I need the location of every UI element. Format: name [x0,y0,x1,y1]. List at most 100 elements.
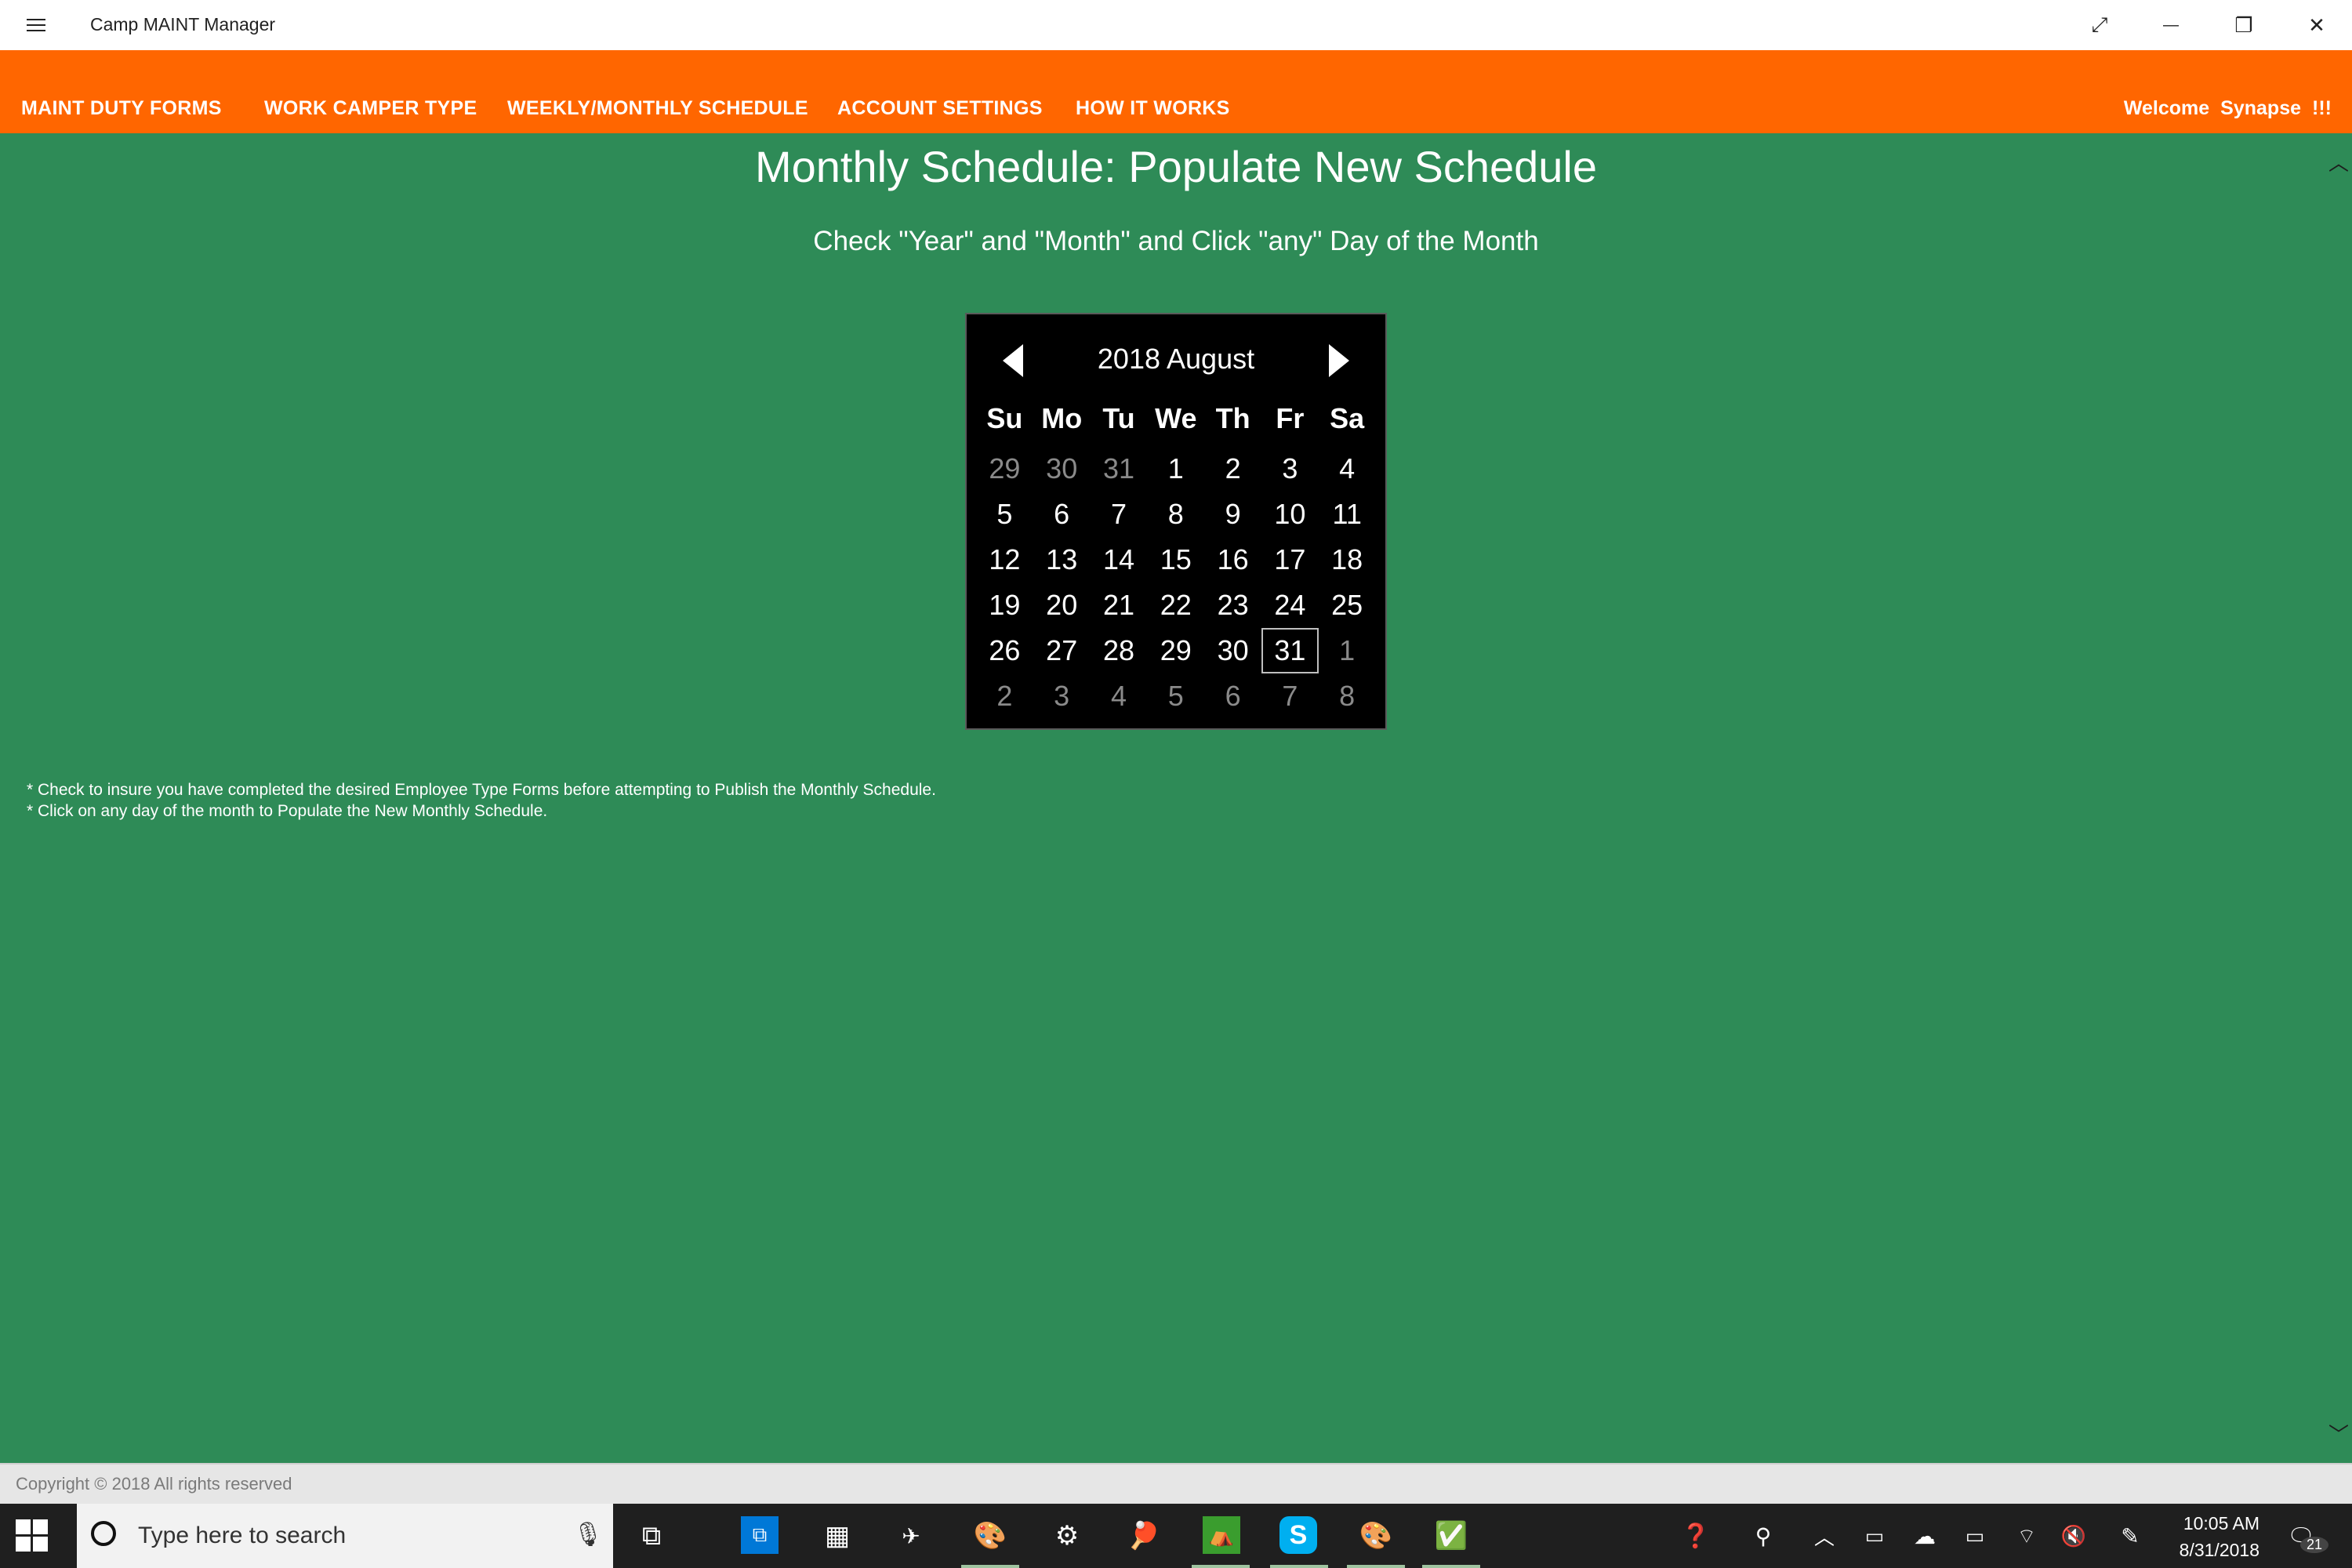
hamburger-menu-icon[interactable] [24,13,49,38]
fullscreen-button[interactable]: ⤢ [2064,0,2135,50]
calendar-day[interactable]: 21 [1091,583,1148,628]
calendar-week-row: 29 30 31 1 2 3 4 [976,446,1376,492]
calendar-week-row: 26 27 28 29 30 31 1 [976,628,1376,673]
calendar-day[interactable]: 4 [1091,673,1148,719]
calendar-day[interactable]: 24 [1261,583,1319,628]
calendar-day[interactable]: 25 [1319,583,1376,628]
calendar-day[interactable]: 14 [1091,537,1148,583]
app-title: Camp MAINT Manager [90,14,276,34]
nav-account-settings[interactable]: ACCOUNT SETTINGS [837,97,1043,120]
arrow-right-icon [1329,344,1349,377]
calendar-day[interactable]: 12 [976,537,1033,583]
onedrive-icon[interactable]: ☁ [1905,1516,1944,1555]
app-icon[interactable]: ✈ [891,1516,931,1555]
calendar-day[interactable]: 6 [1204,673,1261,719]
calendar-day[interactable]: 27 [1033,628,1091,673]
instruction-note: * Click on any day of the month to Popul… [27,802,548,820]
scroll-up-icon[interactable]: ︿ [2325,147,2352,175]
chevron-up-icon[interactable]: ︿ [1805,1516,1844,1555]
calendar-day[interactable]: 2 [976,673,1033,719]
scroll-down-icon[interactable]: ﹀ [2325,1419,2352,1446]
calendar-day[interactable]: 31 [1261,628,1319,673]
calendar-day[interactable]: 30 [1204,628,1261,673]
calendar-day[interactable]: 2 [1204,446,1261,492]
weekday-label: Mo [1041,402,1083,434]
title-bar: Camp MAINT Manager ⤢ — ❐ ✕ [0,0,2352,50]
calendar-day[interactable]: 30 [1033,446,1091,492]
calendar-day[interactable]: 1 [1319,628,1376,673]
instruction-note: * Check to insure you have completed the… [27,781,936,799]
calendar-day[interactable]: 16 [1204,537,1261,583]
calendar-day[interactable]: 11 [1319,492,1376,537]
calendar-day[interactable]: 17 [1261,537,1319,583]
notification-count: 21 [2300,1537,2328,1553]
task-view-icon[interactable]: ⧉ [632,1516,671,1555]
calendar-day[interactable]: 4 [1319,446,1376,492]
calendar-day[interactable]: 7 [1261,673,1319,719]
calendar-day[interactable]: 7 [1091,492,1148,537]
calendar-day[interactable]: 31 [1091,446,1148,492]
calendar-day[interactable]: 29 [976,446,1033,492]
calendar-day[interactable]: 19 [976,583,1033,628]
calculator-icon[interactable]: ▦ [818,1516,857,1555]
calendar-day[interactable]: 22 [1147,583,1204,628]
calendar-day[interactable]: 1 [1147,446,1204,492]
calendar-day-grid: 29 30 31 1 2 3 4 5 6 7 8 9 10 11 12 13 14 15 16 17 18 19 20 21 2… [976,446,1376,719]
calendar-day[interactable]: 6 [1033,492,1091,537]
active-indicator [1422,1565,1480,1568]
calendar-day[interactable]: 8 [1319,673,1376,719]
calendar-day[interactable]: 18 [1319,537,1376,583]
wifi-icon[interactable]: ⌔ [2007,1516,2046,1555]
taskbar: Type here to search 🎙 ⧉ ⧉ ▦ ✈ 🎨 ⚙ 🏓 ⛺ S … [0,1504,2352,1568]
calendar-week-row: 2345678 [976,673,1376,719]
settings-icon[interactable]: ⚙ [1047,1516,1087,1555]
paint-icon[interactable]: 🎨 [971,1516,1010,1555]
clock-time[interactable]: 10:05 AM [2161,1513,2259,1534]
vertical-scrollbar[interactable]: ︿ ﹀ [2325,133,2352,1463]
clock-date[interactable]: 8/31/2018 [2161,1540,2259,1561]
nav-weekly-monthly-schedule[interactable]: WEEKLY/MONTHLY SCHEDULE [507,97,808,120]
calendar-day[interactable]: 10 [1261,492,1319,537]
calendar: 2018 August Su Mo Tu We Th Fr Sa 29 30 31 1… [965,313,1387,730]
nav-maint-duty-forms[interactable]: MAINT DUTY FORMS [21,97,222,120]
welcome-user: Synapse [2220,97,2302,119]
calendar-day[interactable]: 15 [1147,537,1204,583]
weekday-label: Tu [1102,402,1135,434]
restore-button[interactable]: ❐ [2209,0,2279,50]
paint-icon[interactable]: 🎨 [1356,1516,1396,1555]
calendar-day[interactable]: 29 [1147,628,1204,673]
taskbar-search-box[interactable]: Type here to search 🎙 [77,1504,613,1568]
calendar-day[interactable]: 5 [976,492,1033,537]
weekday-label: We [1155,402,1197,434]
calendar-day[interactable]: 26 [976,628,1033,673]
calendar-day[interactable]: 23 [1204,583,1261,628]
calendar-day[interactable]: 3 [1261,446,1319,492]
microphone-icon[interactable]: 🎙 [572,1521,604,1552]
calendar-day[interactable]: 13 [1033,537,1091,583]
calendar-day[interactable]: 3 [1033,673,1091,719]
display-icon[interactable]: ▭ [1855,1516,1894,1555]
calendar-day[interactable]: 9 [1204,492,1261,537]
camp-app-icon[interactable]: ⛺ [1203,1516,1240,1554]
calendar-day[interactable]: 20 [1033,583,1091,628]
windows-start-icon[interactable] [16,1519,49,1552]
minimize-button[interactable]: — [2136,0,2206,50]
battery-icon[interactable]: ▭ [1955,1516,1994,1555]
nav-work-camper-type[interactable]: WORK CAMPER TYPE [264,97,477,120]
volume-muted-icon[interactable]: 🔇 [2054,1516,2093,1555]
help-icon[interactable]: ❓ [1676,1516,1715,1555]
store-icon[interactable]: ⧉ [741,1516,779,1554]
calendar-day[interactable]: 8 [1147,492,1204,537]
calendar-day[interactable]: 28 [1091,628,1148,673]
skype-icon[interactable]: S [1279,1516,1317,1554]
app-icon[interactable]: 🏓 [1124,1516,1163,1555]
nav-how-it-works[interactable]: HOW IT WORKS [1076,97,1230,120]
close-button[interactable]: ✕ [2281,0,2352,50]
active-indicator [961,1565,1019,1568]
calendar-day[interactable]: 5 [1147,673,1204,719]
people-icon[interactable]: ⚲ [1744,1516,1783,1555]
checkmark-app-icon[interactable]: ✅ [1432,1516,1471,1555]
next-month-button[interactable] [1318,341,1357,380]
pen-icon[interactable]: ✎ [2111,1516,2150,1555]
welcome-suffix: !!! [2312,97,2332,119]
